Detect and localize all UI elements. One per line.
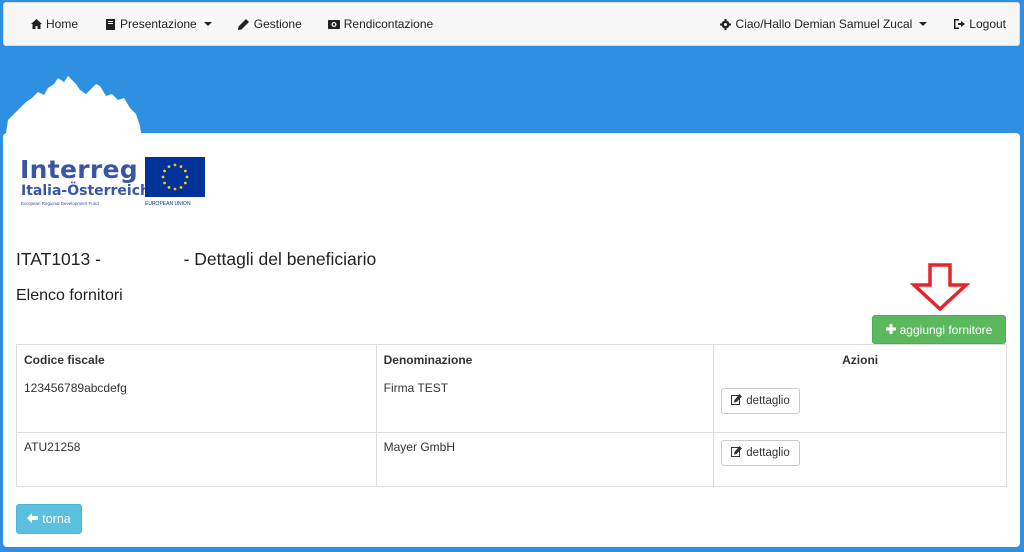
eu-star [167, 165, 171, 169]
main-panel: Interreg Italia-Österreich European Regi… [3, 133, 1020, 547]
nav-right: Ciao/Hallo Demian Samuel Zucal Logout [707, 3, 1019, 45]
cell-actions: dettaglio [713, 431, 1007, 487]
edit-icon [731, 393, 743, 408]
header-denominazione: Denominazione [376, 344, 715, 376]
gear-icon [720, 18, 732, 30]
detail-button[interactable]: dettaglio [721, 387, 800, 414]
nav-logout[interactable]: Logout [940, 3, 1019, 45]
home-icon [30, 18, 42, 30]
nav-rendicontazione-label: Rendicontazione [343, 17, 434, 31]
interreg-logo: Interreg Italia-Österreich European Regi… [20, 155, 210, 211]
eye-icon [327, 18, 340, 30]
chevron-down-icon [203, 22, 212, 26]
header-codice-fiscale: Codice fiscale [16, 344, 377, 376]
eu-star [161, 175, 165, 179]
book-icon [104, 18, 116, 30]
table-row: 123456789abcdefg Firma TEST dettaglio [16, 375, 1007, 433]
eu-star [179, 165, 183, 169]
detail-button[interactable]: dettaglio [721, 439, 800, 466]
eu-star [185, 175, 189, 179]
cell-denominazione: Firma TEST [376, 375, 715, 433]
detail-label: dettaglio [746, 446, 790, 459]
logo-subtitle: Italia-Österreich [21, 183, 150, 199]
mountains-decoration [5, 76, 142, 140]
logout-icon [953, 18, 965, 30]
annotation-arrow-icon [910, 263, 970, 311]
nav-logout-label: Logout [969, 17, 1006, 31]
back-button[interactable]: torna [16, 504, 82, 534]
edit-icon [731, 445, 743, 460]
arrow-left-icon [27, 512, 39, 526]
nav-user-menu[interactable]: Ciao/Hallo Demian Samuel Zucal [707, 3, 941, 45]
eu-star [163, 169, 167, 173]
nav-presentazione-label: Presentazione [120, 17, 197, 31]
nav-home-label: Home [46, 17, 79, 31]
logo-fund: European Regional Development Fund [21, 201, 99, 206]
logo-name: Interreg [20, 155, 138, 184]
eu-star [173, 163, 177, 167]
eu-flag-icon [145, 157, 205, 197]
add-supplier-label: aggiungi fornitore [899, 322, 993, 337]
eu-star [167, 185, 171, 189]
nav-presentazione[interactable]: Presentazione [91, 3, 225, 45]
eu-star [183, 181, 187, 185]
nav-gestione[interactable]: Gestione [225, 3, 315, 45]
eu-label: EUROPEAN UNION [145, 201, 191, 207]
eu-star [173, 187, 177, 191]
eu-star [163, 181, 167, 185]
detail-label: dettaglio [746, 394, 790, 407]
nav-left: Home Presentazione Gestione Rendicontazi… [4, 3, 446, 45]
nav-user-label: Ciao/Hallo Demian Samuel Zucal [735, 17, 913, 31]
eu-star [179, 185, 183, 189]
table-header-row: Codice fiscale Denominazione Azioni [16, 344, 1007, 376]
add-supplier-button[interactable]: aggiungi fornitore [872, 315, 1006, 344]
suppliers-table: Codice fiscale Denominazione Azioni 1234… [16, 344, 1007, 487]
page-title: ITAT1013 - - Dettagli del beneficiario [16, 249, 377, 269]
nav-gestione-label: Gestione [253, 17, 302, 31]
nav-rendicontazione[interactable]: Rendicontazione [315, 3, 446, 45]
nav-home[interactable]: Home [4, 3, 91, 45]
eu-star [183, 169, 187, 173]
pencil-icon [238, 18, 250, 30]
page-subtitle: Elenco fornitori [16, 287, 123, 304]
header-azioni: Azioni [842, 353, 879, 367]
cell-denominazione: Mayer GmbH [376, 431, 715, 487]
plus-icon [885, 323, 896, 337]
chevron-down-icon [919, 22, 928, 26]
cell-codice-fiscale: 123456789abcdefg [16, 375, 377, 433]
back-label: torna [42, 512, 71, 526]
cell-actions: dettaglio [714, 376, 1007, 432]
top-navbar: Home Presentazione Gestione Rendicontazi… [3, 2, 1020, 46]
cell-codice-fiscale: ATU21258 [16, 431, 377, 487]
table-row: ATU21258 Mayer GmbH dettaglio [16, 431, 1007, 487]
